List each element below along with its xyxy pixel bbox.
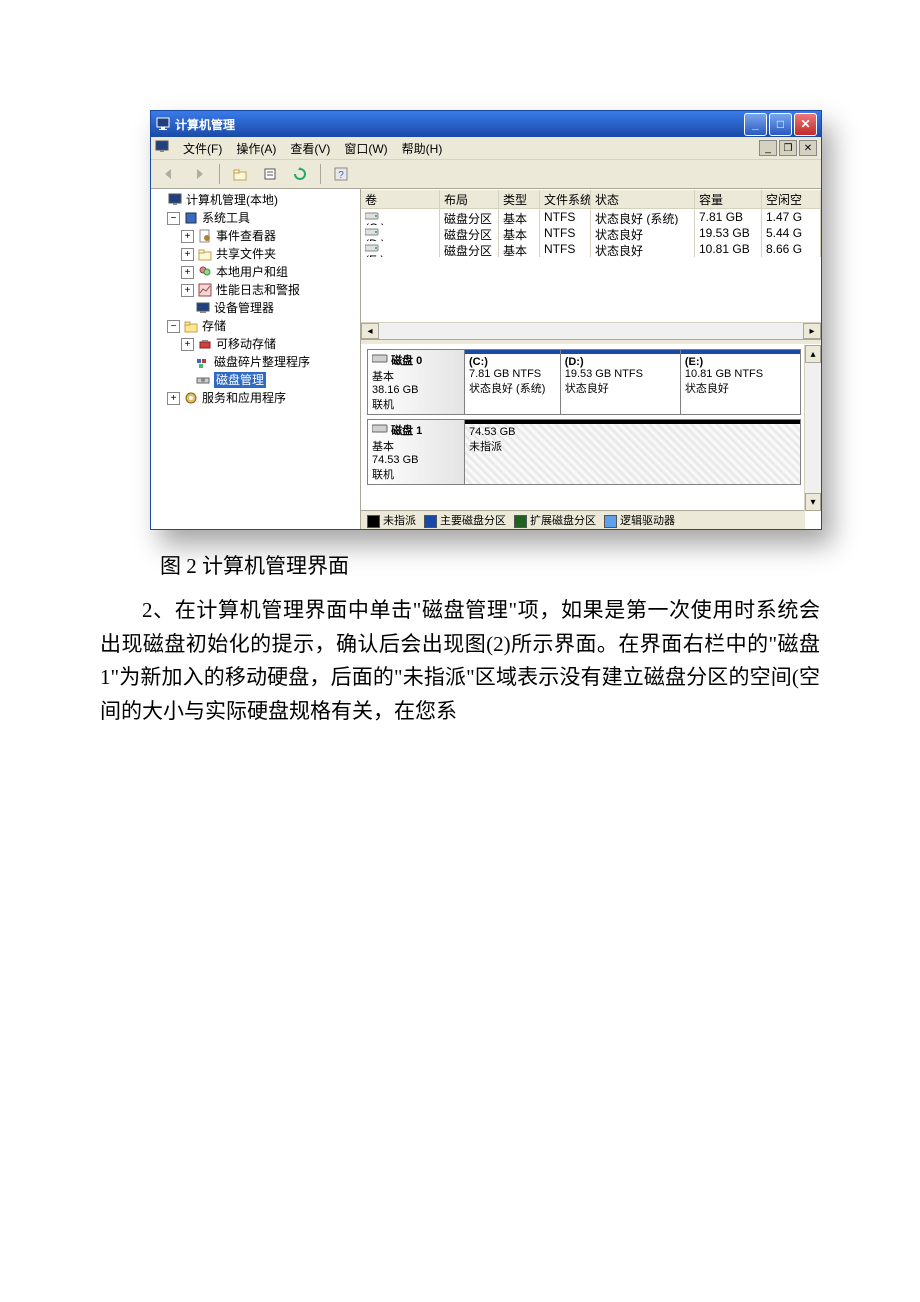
app-icon bbox=[155, 116, 171, 132]
menu-bar: 文件(F) 操作(A) 查看(V) 窗口(W) 帮助(H) _ ❐ ✕ bbox=[151, 137, 821, 160]
col-free[interactable]: 空闲空 bbox=[762, 190, 821, 208]
partition[interactable]: (E:) 10.81 GB NTFS 状态良好 bbox=[681, 350, 800, 414]
tools-icon bbox=[183, 210, 199, 226]
maximize-button[interactable]: □ bbox=[769, 113, 792, 136]
col-type[interactable]: 类型 bbox=[499, 190, 540, 208]
scroll-left-button[interactable]: ◂ bbox=[361, 323, 379, 339]
mdi-close-button[interactable]: ✕ bbox=[799, 140, 817, 156]
menu-window[interactable]: 窗口(W) bbox=[344, 140, 387, 157]
col-capacity[interactable]: 容量 bbox=[695, 190, 762, 208]
volume-header-row: 卷 布局 类型 文件系统 状态 容量 空闲空 bbox=[361, 189, 821, 209]
menu-help[interactable]: 帮助(H) bbox=[402, 140, 443, 157]
drive-icon bbox=[365, 242, 435, 253]
toolbar: ? bbox=[151, 160, 821, 189]
vertical-scrollbar[interactable]: ▴ ▾ bbox=[804, 345, 821, 511]
partition[interactable]: (D:) 19.53 GB NTFS 状态良好 bbox=[561, 350, 681, 414]
monitor-icon bbox=[167, 192, 183, 208]
tree-defrag[interactable]: 磁盘碎片整理程序 bbox=[153, 353, 358, 371]
disk-header[interactable]: 磁盘 1 基本 74.53 GB 联机 bbox=[368, 420, 465, 484]
volume-row[interactable]: (C:) 磁盘分区 基本 NTFS 状态良好 (系统) 7.81 GB 1.47… bbox=[361, 209, 821, 225]
close-button[interactable]: ✕ bbox=[794, 113, 817, 136]
help-button[interactable]: ? bbox=[329, 162, 353, 186]
tree-device-manager[interactable]: 设备管理器 bbox=[153, 299, 358, 317]
minimize-button[interactable]: _ bbox=[744, 113, 767, 136]
figure-caption: 图 2 计算机管理界面 bbox=[160, 550, 820, 580]
menu-file[interactable]: 文件(F) bbox=[183, 140, 222, 157]
refresh-button[interactable] bbox=[288, 162, 312, 186]
tree-root[interactable]: 计算机管理(本地) bbox=[153, 191, 358, 209]
volume-row[interactable]: (D:) 磁盘分区 基本 NTFS 状态良好 19.53 GB 5.44 G bbox=[361, 225, 821, 241]
drive-icon bbox=[365, 226, 435, 237]
defrag-icon bbox=[195, 354, 211, 370]
tree-system-tools[interactable]: − 系统工具 bbox=[153, 209, 358, 227]
window-title: 计算机管理 bbox=[175, 116, 235, 133]
partition[interactable]: (C:) 7.81 GB NTFS 状态良好 (系统) bbox=[465, 350, 561, 414]
col-fs[interactable]: 文件系统 bbox=[540, 190, 591, 208]
disk-icon bbox=[372, 355, 388, 367]
users-icon bbox=[197, 264, 213, 280]
navigation-tree[interactable]: 计算机管理(本地) − 系统工具 + 事件查看器 + bbox=[151, 189, 361, 529]
tree-disk-management[interactable]: 磁盘管理 bbox=[153, 371, 358, 389]
disk-icon bbox=[372, 425, 388, 437]
body-paragraph: 2、在计算机管理界面中单击"磁盘管理"项，如果是第一次使用时系统会出现磁盘初始化… bbox=[100, 594, 820, 728]
tree-storage[interactable]: − 存储 bbox=[153, 317, 358, 335]
perf-icon bbox=[197, 282, 213, 298]
tree-services[interactable]: + 服务和应用程序 bbox=[153, 389, 358, 407]
mdi-restore-button[interactable]: ❐ bbox=[779, 140, 797, 156]
tree-removable[interactable]: + 可移动存储 bbox=[153, 335, 358, 353]
scroll-down-button[interactable]: ▾ bbox=[805, 493, 821, 511]
computer-management-window: 计算机管理 _ □ ✕ 文件(F) 操作(A) 查看(V) 窗口(W) 帮助(H… bbox=[150, 110, 822, 530]
legend-logical: 逻辑驱动器 bbox=[620, 515, 675, 527]
storage-icon bbox=[183, 318, 199, 334]
volume-row[interactable]: (E:) 磁盘分区 基本 NTFS 状态良好 10.81 GB 8.66 G bbox=[361, 241, 821, 257]
legend-unallocated: 未指派 bbox=[383, 515, 416, 527]
legend-extended: 扩展磁盘分区 bbox=[530, 515, 596, 527]
title-bar: 计算机管理 _ □ ✕ bbox=[151, 111, 821, 137]
back-button[interactable] bbox=[157, 162, 181, 186]
mdi-icon bbox=[155, 140, 169, 157]
disk-graphical-view: 磁盘 0 基本 38.16 GB 联机 (C:) 7.81 GB NTFS bbox=[361, 345, 821, 529]
menu-action[interactable]: 操作(A) bbox=[236, 140, 276, 157]
disk-row[interactable]: 磁盘 1 基本 74.53 GB 联机 74.53 GB 未指 bbox=[367, 419, 801, 485]
removable-icon bbox=[197, 336, 213, 352]
menu-view[interactable]: 查看(V) bbox=[290, 140, 330, 157]
mdi-minimize-button[interactable]: _ bbox=[759, 140, 777, 156]
up-button[interactable] bbox=[228, 162, 252, 186]
tree-shared-folders[interactable]: + 共享文件夹 bbox=[153, 245, 358, 263]
legend: 未指派 主要磁盘分区 扩展磁盘分区 逻辑驱动器 bbox=[361, 510, 805, 529]
folder-icon bbox=[197, 246, 213, 262]
forward-button[interactable] bbox=[187, 162, 211, 186]
volume-list[interactable]: 卷 布局 类型 文件系统 状态 容量 空闲空 (C:) 磁盘分区 基本 bbox=[361, 189, 821, 339]
disk-row[interactable]: 磁盘 0 基本 38.16 GB 联机 (C:) 7.81 GB NTFS bbox=[367, 349, 801, 415]
tree-local-users[interactable]: + 本地用户和组 bbox=[153, 263, 358, 281]
col-layout[interactable]: 布局 bbox=[440, 190, 499, 208]
horizontal-scrollbar[interactable]: ◂ ▸ bbox=[361, 322, 821, 339]
partition-unallocated[interactable]: 74.53 GB 未指派 bbox=[465, 420, 800, 484]
diskmgmt-icon bbox=[195, 372, 211, 388]
legend-primary: 主要磁盘分区 bbox=[440, 515, 506, 527]
device-icon bbox=[195, 300, 211, 316]
tree-performance[interactable]: + 性能日志和警报 bbox=[153, 281, 358, 299]
drive-icon bbox=[365, 210, 435, 221]
scroll-up-button[interactable]: ▴ bbox=[805, 345, 821, 363]
disk-header[interactable]: 磁盘 0 基本 38.16 GB 联机 bbox=[368, 350, 465, 414]
content-pane: 卷 布局 类型 文件系统 状态 容量 空闲空 (C:) 磁盘分区 基本 bbox=[361, 189, 821, 529]
tree-event-viewer[interactable]: + 事件查看器 bbox=[153, 227, 358, 245]
svg-text:?: ? bbox=[338, 170, 344, 181]
screenshot: 计算机管理 _ □ ✕ 文件(F) 操作(A) 查看(V) 窗口(W) 帮助(H… bbox=[150, 110, 820, 530]
col-status[interactable]: 状态 bbox=[591, 190, 695, 208]
scroll-right-button[interactable]: ▸ bbox=[803, 323, 821, 339]
services-icon bbox=[183, 390, 199, 406]
properties-button[interactable] bbox=[258, 162, 282, 186]
event-icon bbox=[197, 228, 213, 244]
col-volume[interactable]: 卷 bbox=[361, 190, 440, 208]
